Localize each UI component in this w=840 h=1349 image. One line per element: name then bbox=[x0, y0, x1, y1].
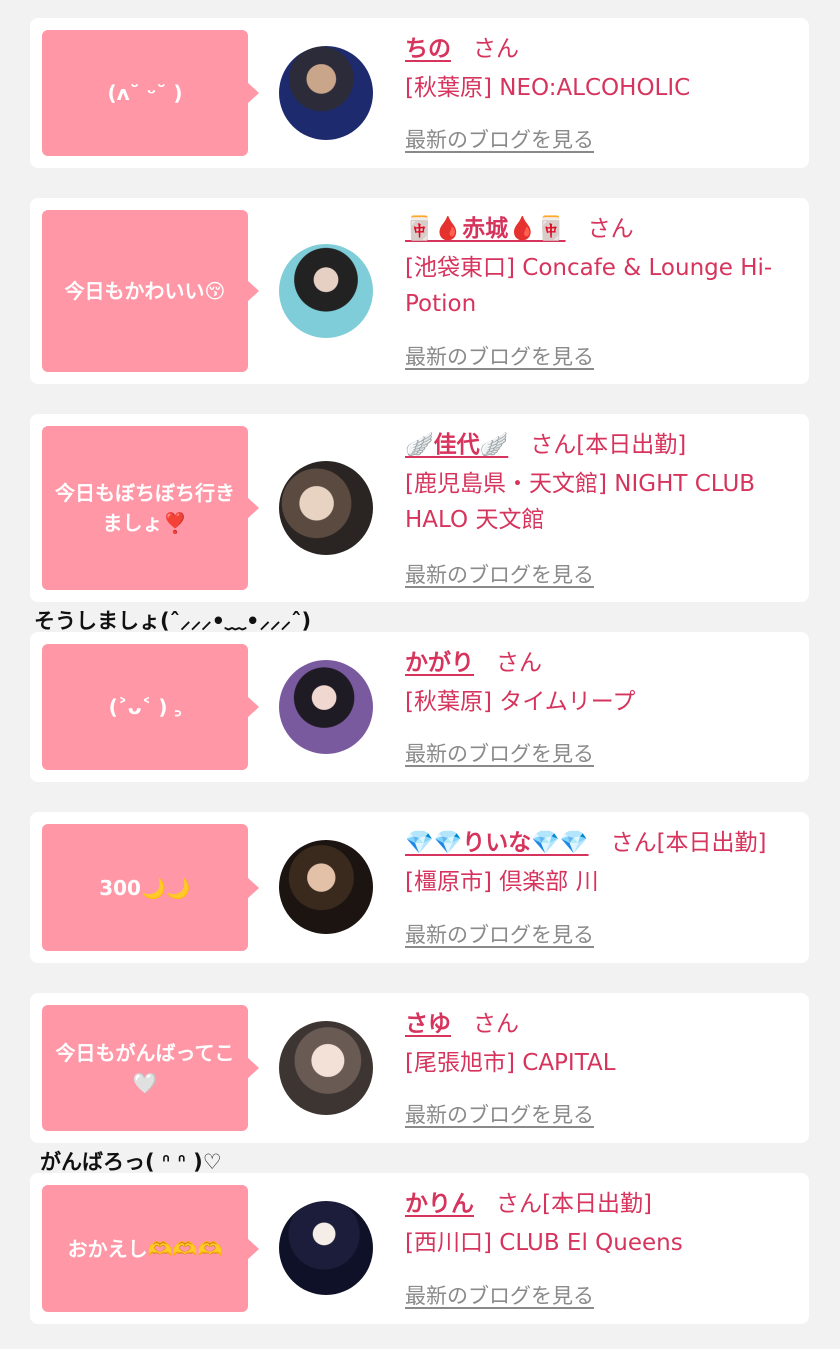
honorific-label: さん bbox=[496, 650, 542, 676]
cast-name-link[interactable]: さゆ bbox=[405, 1011, 451, 1037]
comment-bubble: (ʌ˘ ᵕ˘ ) bbox=[42, 30, 259, 156]
latest-blog-link[interactable]: 最新のブログを見る bbox=[405, 738, 594, 768]
comment-bubble: 今日もがんばってこ🤍 bbox=[42, 1005, 259, 1131]
latest-blog-link[interactable]: 最新のブログを見る bbox=[405, 1280, 594, 1310]
working-today-badge: [本日出勤] bbox=[576, 432, 687, 458]
latest-blog-link[interactable]: 最新のブログを見る bbox=[405, 1099, 594, 1129]
shop-label: [鹿児島県・天文館] NIGHT CLUB HALO 天文館 bbox=[405, 471, 756, 533]
working-today-badge: [本日出勤] bbox=[542, 1191, 652, 1217]
avatar[interactable] bbox=[279, 660, 373, 754]
shop-label: [秋葉原] タイムリープ bbox=[405, 689, 636, 715]
avatar[interactable] bbox=[279, 1201, 373, 1295]
cast-card: 今日もがんばってこ🤍 さゆ さん [尾張旭市] CAPITAL 最新のブログを見る bbox=[30, 993, 809, 1143]
latest-blog-link[interactable]: 最新のブログを見る bbox=[405, 341, 594, 371]
honorific-label: さん bbox=[473, 1011, 519, 1037]
avatar[interactable] bbox=[279, 1021, 373, 1115]
cast-name-link[interactable]: 🀄🩸赤城🩸🀄 bbox=[405, 216, 566, 242]
cast-card: おかえし🫶🫶🫶 かりん さん[本日出勤] [西川口] CLUB El Queens… bbox=[30, 1173, 809, 1324]
cast-name-link[interactable]: 🪽佳代🪽 bbox=[405, 432, 508, 458]
latest-blog-link[interactable]: 最新のブログを見る bbox=[405, 919, 594, 949]
latest-blog-link[interactable]: 最新のブログを見る bbox=[405, 559, 594, 589]
shop-label: [尾張旭市] CAPITAL bbox=[405, 1050, 616, 1076]
honorific-label: さん bbox=[496, 1191, 542, 1217]
comment-bubble: 今日もぼちぼち行きましょ❣️ bbox=[42, 426, 259, 590]
avatar[interactable] bbox=[279, 46, 373, 140]
shop-label: [池袋東口] Concafe & Lounge Hi-Potion bbox=[405, 255, 773, 317]
cast-name-link[interactable]: かりん bbox=[405, 1191, 474, 1217]
shop-reply-text: そうしましょ(ˆ⸝⸝⸝•﹏•⸝⸝⸝ˆ) bbox=[34, 609, 312, 633]
honorific-label: さん bbox=[530, 432, 577, 458]
shop-label: [秋葉原] NEO:ALCOHOLIC bbox=[405, 75, 691, 101]
latest-blog-link[interactable]: 最新のブログを見る bbox=[405, 124, 594, 154]
cast-card: 今日もかわいい😚 🀄🩸赤城🩸🀄 さん [池袋東口] Concafe & Loung… bbox=[30, 198, 809, 384]
cast-name-link[interactable]: ちの bbox=[405, 36, 451, 62]
honorific-label: さん bbox=[587, 216, 634, 242]
avatar[interactable] bbox=[279, 840, 373, 934]
cast-name-link[interactable]: 💎💎りいな💎💎 bbox=[405, 830, 589, 856]
comment-bubble: (˃ᴗ˂ ) ꜆ bbox=[42, 644, 259, 770]
comment-bubble: おかえし🫶🫶🫶 bbox=[42, 1185, 259, 1312]
cast-name-link[interactable]: かがり bbox=[405, 650, 474, 676]
shop-label: [西川口] CLUB El Queens bbox=[405, 1230, 683, 1256]
avatar[interactable] bbox=[279, 461, 373, 555]
shop-reply-text: がんばろっ( ᐢ ᐢ )♡ bbox=[40, 1150, 222, 1174]
working-today-badge: [本日出勤] bbox=[656, 830, 767, 856]
cast-card: (˃ᴗ˂ ) ꜆ かがり さん [秋葉原] タイムリープ 最新のブログを見る bbox=[30, 632, 809, 782]
shop-label: [橿原市] 倶楽部 川 bbox=[405, 869, 599, 895]
avatar[interactable] bbox=[279, 244, 373, 338]
cast-card: 300🌙🌙 💎💎りいな💎💎 さん[本日出勤] [橿原市] 倶楽部 川 最新のブログ… bbox=[30, 812, 809, 963]
cast-card: (ʌ˘ ᵕ˘ ) ちの さん [秋葉原] NEO:ALCOHOLIC 最新のブログ… bbox=[30, 18, 809, 168]
honorific-label: さん bbox=[610, 830, 657, 856]
honorific-label: さん bbox=[473, 36, 519, 62]
comment-bubble: 今日もかわいい😚 bbox=[42, 210, 259, 372]
comment-bubble: 300🌙🌙 bbox=[42, 824, 259, 951]
cast-card: 今日もぼちぼち行きましょ❣️ 🪽佳代🪽 さん[本日出勤] [鹿児島県・天文館] N… bbox=[30, 414, 809, 602]
